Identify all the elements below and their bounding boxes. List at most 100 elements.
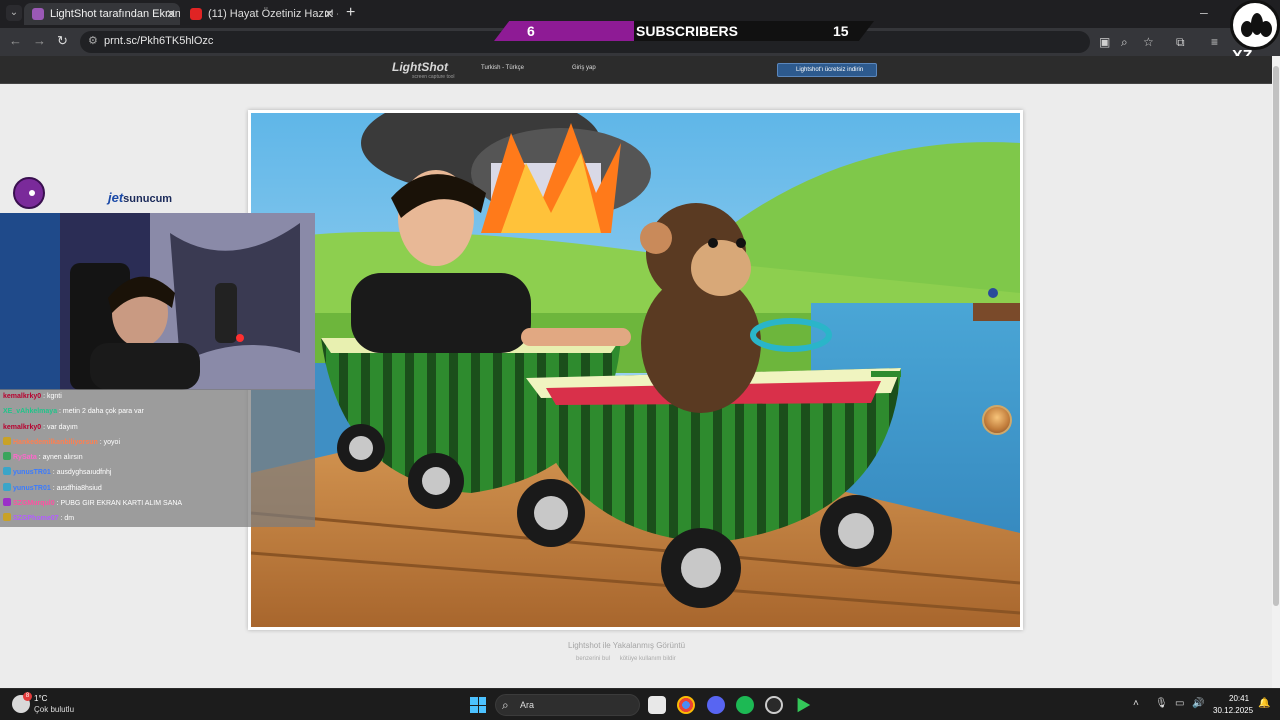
lightshot-logo[interactable]: LightShot (392, 60, 448, 74)
chat-message: yunusTR01 : aısdfhia8hsiud (0, 480, 315, 497)
chat-message: yunusTR01 : ausdyghsaıudfnhj (0, 465, 315, 481)
taskbar-search[interactable]: ⌕ Ara (495, 694, 640, 716)
youtube-favicon-icon (190, 8, 202, 20)
chat-badge-icon (3, 467, 11, 476)
login-link[interactable]: Giriş yap (572, 65, 596, 71)
clock-time[interactable]: 20:41 (1229, 694, 1249, 703)
chat-text: : kgnti (43, 393, 62, 400)
chat-username: yunusTR01 (13, 469, 51, 477)
tab-youtube[interactable]: (11) Hayat Özetiniz Hazır! - You ✕ (182, 3, 338, 25)
chat-badge-icon (3, 513, 11, 522)
tab-title: LightShot tarafından Ekran Görü (50, 8, 180, 20)
lightshot-header: LightShot screen capture tool Turkish - … (0, 56, 1272, 84)
extensions-icon[interactable]: ⧉ (1176, 35, 1185, 50)
close-icon[interactable]: ✕ (324, 3, 334, 25)
download-button-label: Lightshot'ı ücretsiz indirin (796, 67, 864, 73)
weather-description[interactable]: Çok bulutlu (34, 705, 74, 714)
chrome-icon[interactable] (677, 696, 695, 714)
subscriber-goal-fill (494, 21, 634, 41)
subscriber-goal-count: 15 (833, 23, 849, 39)
chat-username: kemalkrky0 (3, 393, 42, 400)
chat-message: SZGMurqul0 : PUBG GIR EKRAN KARTI ALIM S… (0, 496, 315, 512)
zoom-icon[interactable]: ⌕ (1121, 35, 1128, 50)
subscriber-label: SUBSCRIBERS (636, 23, 738, 39)
media-player-icon[interactable] (797, 697, 811, 713)
chat-text: : ausdyghsaıudfnhj (52, 469, 112, 477)
spotify-icon[interactable] (736, 696, 754, 714)
chat-message: XE_vAhkelmaya : metin 2 daha çok para va… (0, 404, 315, 420)
reading-list-icon[interactable]: ≡ (1211, 35, 1218, 49)
chat-badge-icon (3, 498, 11, 507)
chat-text: : metin 2 daha çok para var (59, 408, 144, 416)
chat-text: : aynen alırsın (38, 454, 83, 462)
obs-icon[interactable] (765, 696, 783, 714)
sponsor-logo: jetsunucum (108, 190, 172, 205)
chat-message: RySata : aynen alırsın (0, 450, 315, 466)
lightshot-logo-subtitle: screen capture tool (412, 74, 455, 80)
tray-overflow-icon[interactable]: ˄ (1133, 698, 1139, 709)
chat-username: SZGMurqul0 (13, 500, 55, 508)
chat-message: Hankedemilkanbiliyorsun : yoyoi (0, 434, 315, 451)
chat-badge-icon (3, 436, 11, 445)
search-placeholder: Ara (520, 700, 535, 710)
forward-icon[interactable]: → (33, 33, 46, 48)
tab-search-chevron-icon[interactable]: ⌄ (6, 5, 22, 21)
page-scrollbar[interactable] (1272, 56, 1280, 688)
windows-start-icon[interactable] (470, 697, 486, 713)
report-abuse-link[interactable]: kötüye kullanım bildir (620, 656, 676, 662)
subscriber-current-count: 6 (527, 23, 535, 39)
chat-text: : aısdfhia8hsiud (52, 484, 102, 492)
task-view-icon[interactable] (648, 696, 666, 714)
chat-message: kemalkrky0 : var dayım (0, 419, 315, 435)
stream-chat: kemalkrky0 : kgnti XE_vAhkelmaya : metin… (0, 389, 315, 527)
site-info-icon[interactable]: ⚙ (88, 34, 98, 47)
bookmark-star-icon[interactable]: ☆ (1143, 35, 1154, 49)
chat-badge-icon (3, 452, 11, 461)
chat-username: yunusTR01 (13, 484, 51, 492)
sponsor-logo-prefix: jet (108, 190, 124, 205)
chat-message: kemalkrky0 : kgnti (0, 389, 315, 405)
network-icon[interactable]: ▭ (1175, 698, 1184, 709)
discord-icon[interactable] (707, 696, 725, 714)
back-icon[interactable]: ← (9, 33, 22, 48)
clock-date[interactable]: 30.12.2025 (1213, 706, 1253, 715)
tab-title: (11) Hayat Özetiniz Hazır! - You (208, 8, 338, 20)
close-icon[interactable]: ✕ (166, 3, 176, 25)
microphone-icon[interactable]: 🎙 (1155, 698, 1168, 709)
caption-links: benzerini bul kötüye kullanım bildir (576, 656, 676, 662)
chat-username: XE_vAhkelmaya (3, 408, 58, 416)
floating-avatar-icon[interactable] (982, 405, 1012, 435)
weather-temperature[interactable]: 1°C (34, 694, 47, 703)
install-app-icon[interactable]: ▣ (1099, 35, 1110, 49)
download-button[interactable]: Lightshot'ı ücretsiz indirin (777, 63, 877, 77)
search-icon: ⌕ (502, 698, 509, 712)
url-text[interactable]: prnt.sc/Pkh6TK5hlOzc (104, 35, 213, 47)
screenshot-caption: Lightshot ile Yakalanmış Görüntü (568, 641, 686, 650)
streamer-logo-icon (13, 177, 45, 209)
chat-text: : yoyoi (99, 438, 120, 446)
screenshot-image[interactable] (251, 113, 1020, 627)
reload-icon[interactable]: ↻ (57, 33, 68, 49)
chat-text: : var dayım (43, 423, 78, 431)
scrollbar-thumb[interactable] (1273, 66, 1279, 606)
chat-username: Hankedemilkanbiliyorsun (13, 438, 98, 446)
screen: ⌄ LightShot tarafından Ekran Görü ✕ (11)… (0, 0, 1280, 720)
chat-badge-icon (3, 482, 11, 491)
screenshot-illustration (251, 113, 1020, 627)
chat-message: SZGPhome07 : dm (0, 511, 315, 527)
find-similar-link[interactable]: benzerini bul (576, 656, 610, 662)
chat-text: : PUBG GIR EKRAN KARTI ALIM SANA (56, 500, 183, 508)
webcam-illustration (0, 213, 315, 390)
volume-icon[interactable]: 🔊 (1192, 698, 1204, 709)
sponsor-logo-suffix: sunucum (123, 193, 173, 205)
notification-icon[interactable]: 🔔 (1258, 698, 1270, 709)
chat-username: RySata (13, 454, 37, 462)
tab-lightshot[interactable]: LightShot tarafından Ekran Görü ✕ (24, 3, 180, 25)
channel-avatar-icon (1230, 0, 1280, 50)
new-tab-button[interactable]: + (346, 5, 355, 21)
weather-alert-badge: 8 (23, 692, 32, 701)
chat-username: kemalkrky0 (3, 423, 42, 431)
chat-text: : dm (60, 515, 75, 523)
minimize-icon[interactable]: – (1200, 4, 1208, 20)
language-selector[interactable]: Turkish - Türkçe (481, 65, 524, 71)
